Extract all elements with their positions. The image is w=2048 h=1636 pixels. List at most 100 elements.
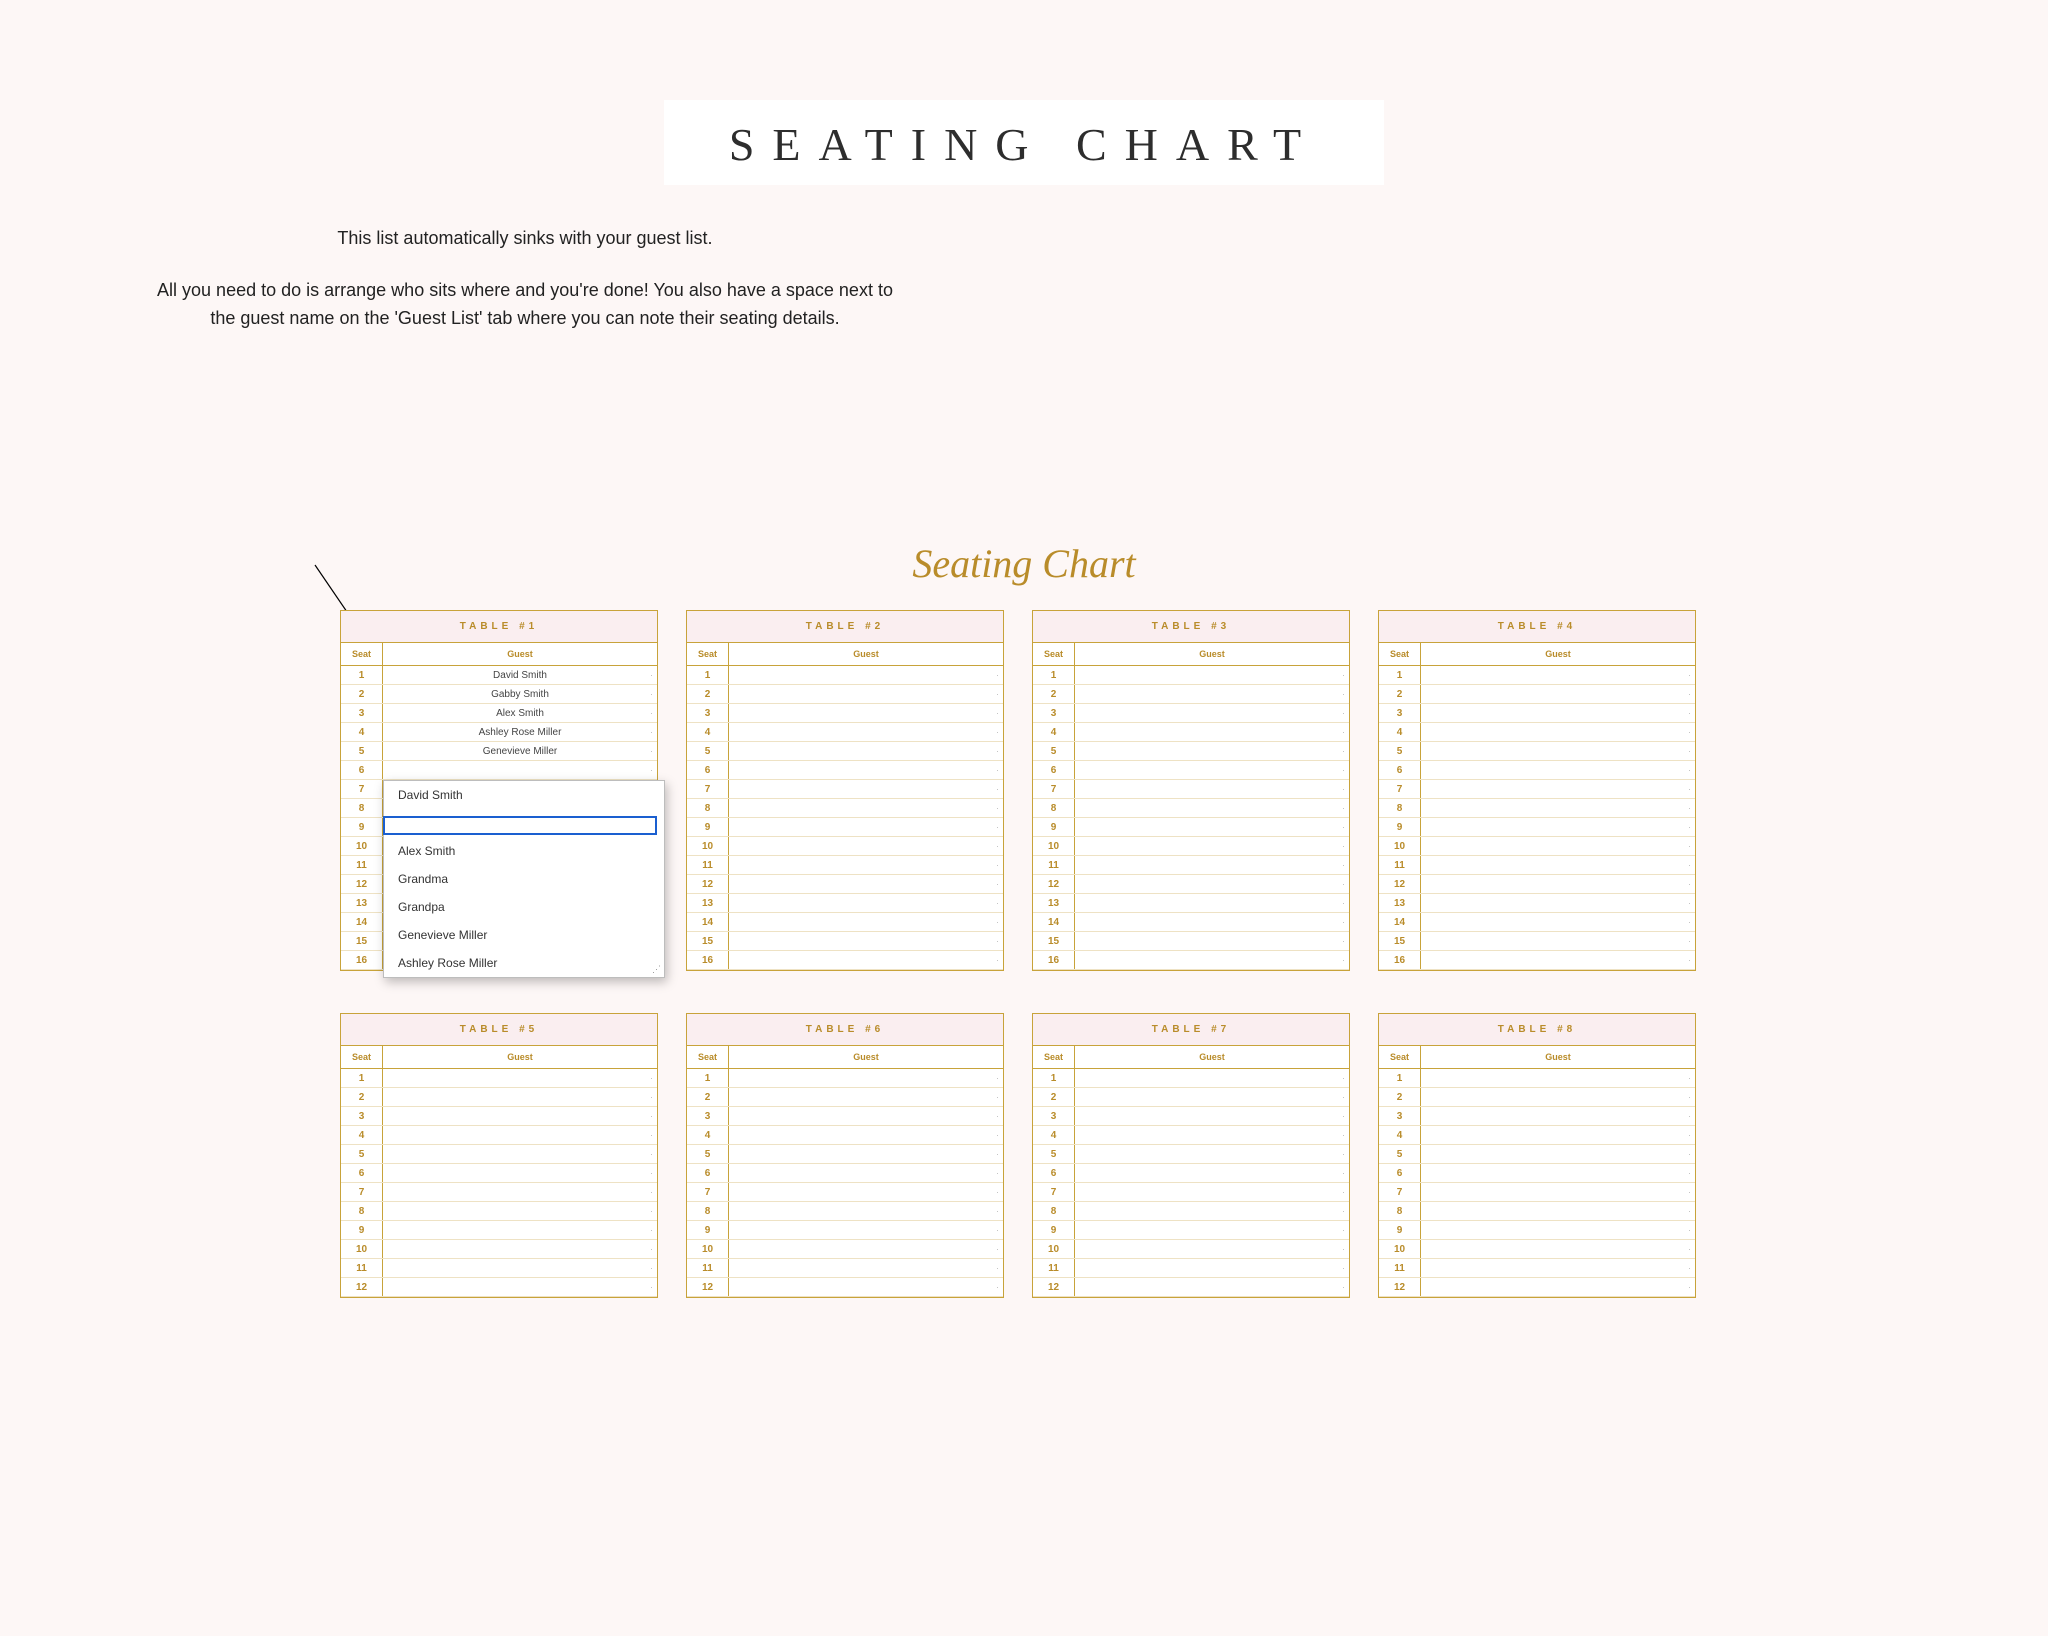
guest-cell[interactable] (729, 704, 1003, 722)
guest-cell[interactable] (729, 723, 1003, 741)
dropdown-option[interactable]: Grandma (384, 865, 664, 893)
guest-cell[interactable]: Gabby Smith (383, 685, 657, 703)
guest-cell[interactable] (1075, 1202, 1349, 1220)
guest-cell[interactable] (729, 742, 1003, 760)
guest-cell[interactable] (1075, 932, 1349, 950)
guest-cell[interactable] (383, 1202, 657, 1220)
guest-cell[interactable] (729, 894, 1003, 912)
dropdown-option[interactable]: Alex Smith (384, 837, 664, 865)
active-cell[interactable] (383, 816, 657, 835)
guest-cell[interactable] (1421, 1069, 1695, 1087)
guest-cell[interactable] (383, 1069, 657, 1087)
dropdown-resize-handle-icon[interactable]: ⋰ (652, 964, 661, 975)
guest-cell[interactable] (729, 837, 1003, 855)
guest-cell[interactable] (729, 685, 1003, 703)
guest-cell[interactable] (729, 761, 1003, 779)
guest-cell[interactable] (383, 1126, 657, 1144)
guest-cell[interactable] (729, 913, 1003, 931)
guest-cell[interactable]: David Smith (383, 666, 657, 684)
guest-dropdown[interactable]: David SmithGabby SmithAlex SmithGrandmaG… (383, 780, 665, 978)
guest-cell[interactable] (1421, 780, 1695, 798)
guest-cell[interactable] (729, 1088, 1003, 1106)
guest-cell[interactable] (1075, 856, 1349, 874)
guest-cell[interactable] (1421, 875, 1695, 893)
guest-cell[interactable] (1075, 837, 1349, 855)
guest-cell[interactable]: Ashley Rose Miller (383, 723, 657, 741)
guest-cell[interactable] (729, 875, 1003, 893)
guest-cell[interactable] (1421, 799, 1695, 817)
guest-cell[interactable] (729, 799, 1003, 817)
guest-cell[interactable] (1421, 666, 1695, 684)
guest-cell[interactable] (1421, 1107, 1695, 1125)
guest-cell[interactable] (1075, 1164, 1349, 1182)
guest-cell[interactable] (1421, 932, 1695, 950)
dropdown-option[interactable]: Grandpa (384, 893, 664, 921)
guest-cell[interactable] (1075, 1088, 1349, 1106)
guest-cell[interactable] (383, 1259, 657, 1277)
guest-cell[interactable] (1075, 951, 1349, 969)
dropdown-option[interactable]: Ashley Rose Miller (384, 949, 664, 977)
guest-cell[interactable] (729, 1164, 1003, 1182)
guest-cell[interactable] (1421, 1278, 1695, 1296)
guest-cell[interactable] (1421, 704, 1695, 722)
guest-cell[interactable] (729, 1126, 1003, 1144)
guest-cell[interactable] (1421, 1240, 1695, 1258)
guest-cell[interactable] (1421, 1221, 1695, 1239)
guest-cell[interactable] (1075, 1221, 1349, 1239)
guest-cell[interactable]: Genevieve Miller (383, 742, 657, 760)
guest-cell[interactable] (1075, 1107, 1349, 1125)
guest-cell[interactable] (1075, 1278, 1349, 1296)
guest-cell[interactable] (729, 932, 1003, 950)
guest-cell[interactable] (729, 818, 1003, 836)
dropdown-option[interactable]: Genevieve Miller (384, 921, 664, 949)
guest-cell[interactable] (383, 1107, 657, 1125)
guest-cell[interactable] (1075, 1183, 1349, 1201)
guest-cell[interactable] (729, 666, 1003, 684)
guest-cell[interactable] (729, 1202, 1003, 1220)
guest-cell[interactable] (729, 951, 1003, 969)
guest-cell[interactable] (1421, 894, 1695, 912)
guest-cell[interactable] (1421, 837, 1695, 855)
guest-cell[interactable] (383, 1278, 657, 1296)
guest-cell[interactable] (1075, 1126, 1349, 1144)
guest-cell[interactable] (1075, 685, 1349, 703)
guest-cell[interactable] (383, 1088, 657, 1106)
guest-cell[interactable] (1075, 1259, 1349, 1277)
guest-cell[interactable] (1421, 685, 1695, 703)
guest-cell[interactable] (729, 1240, 1003, 1258)
guest-cell[interactable] (1421, 1164, 1695, 1182)
guest-cell[interactable] (729, 1107, 1003, 1125)
guest-cell[interactable] (1075, 666, 1349, 684)
guest-cell[interactable] (729, 1145, 1003, 1163)
guest-cell[interactable] (1421, 818, 1695, 836)
guest-cell[interactable] (1075, 704, 1349, 722)
guest-cell[interactable] (1421, 761, 1695, 779)
guest-cell[interactable] (1075, 723, 1349, 741)
guest-cell[interactable] (1421, 1202, 1695, 1220)
guest-cell[interactable] (1075, 894, 1349, 912)
guest-cell[interactable] (1075, 1145, 1349, 1163)
guest-cell[interactable] (1421, 1259, 1695, 1277)
guest-cell[interactable] (1075, 875, 1349, 893)
guest-cell[interactable] (1075, 913, 1349, 931)
guest-cell[interactable] (1075, 818, 1349, 836)
guest-cell[interactable] (383, 761, 657, 779)
guest-cell[interactable] (729, 1221, 1003, 1239)
guest-cell[interactable] (1075, 761, 1349, 779)
guest-cell[interactable] (383, 1145, 657, 1163)
guest-cell[interactable] (1421, 951, 1695, 969)
guest-cell[interactable] (1421, 1183, 1695, 1201)
guest-cell[interactable] (1075, 799, 1349, 817)
guest-cell[interactable] (729, 1069, 1003, 1087)
guest-cell[interactable] (383, 1240, 657, 1258)
guest-cell[interactable] (729, 780, 1003, 798)
guest-cell[interactable] (1421, 1088, 1695, 1106)
guest-cell[interactable] (383, 1183, 657, 1201)
dropdown-option[interactable]: David Smith (384, 781, 664, 809)
guest-cell[interactable] (1421, 856, 1695, 874)
guest-cell[interactable] (1421, 742, 1695, 760)
guest-cell[interactable] (1075, 780, 1349, 798)
guest-cell[interactable] (383, 1221, 657, 1239)
guest-cell[interactable] (729, 856, 1003, 874)
guest-cell[interactable]: Alex Smith (383, 704, 657, 722)
